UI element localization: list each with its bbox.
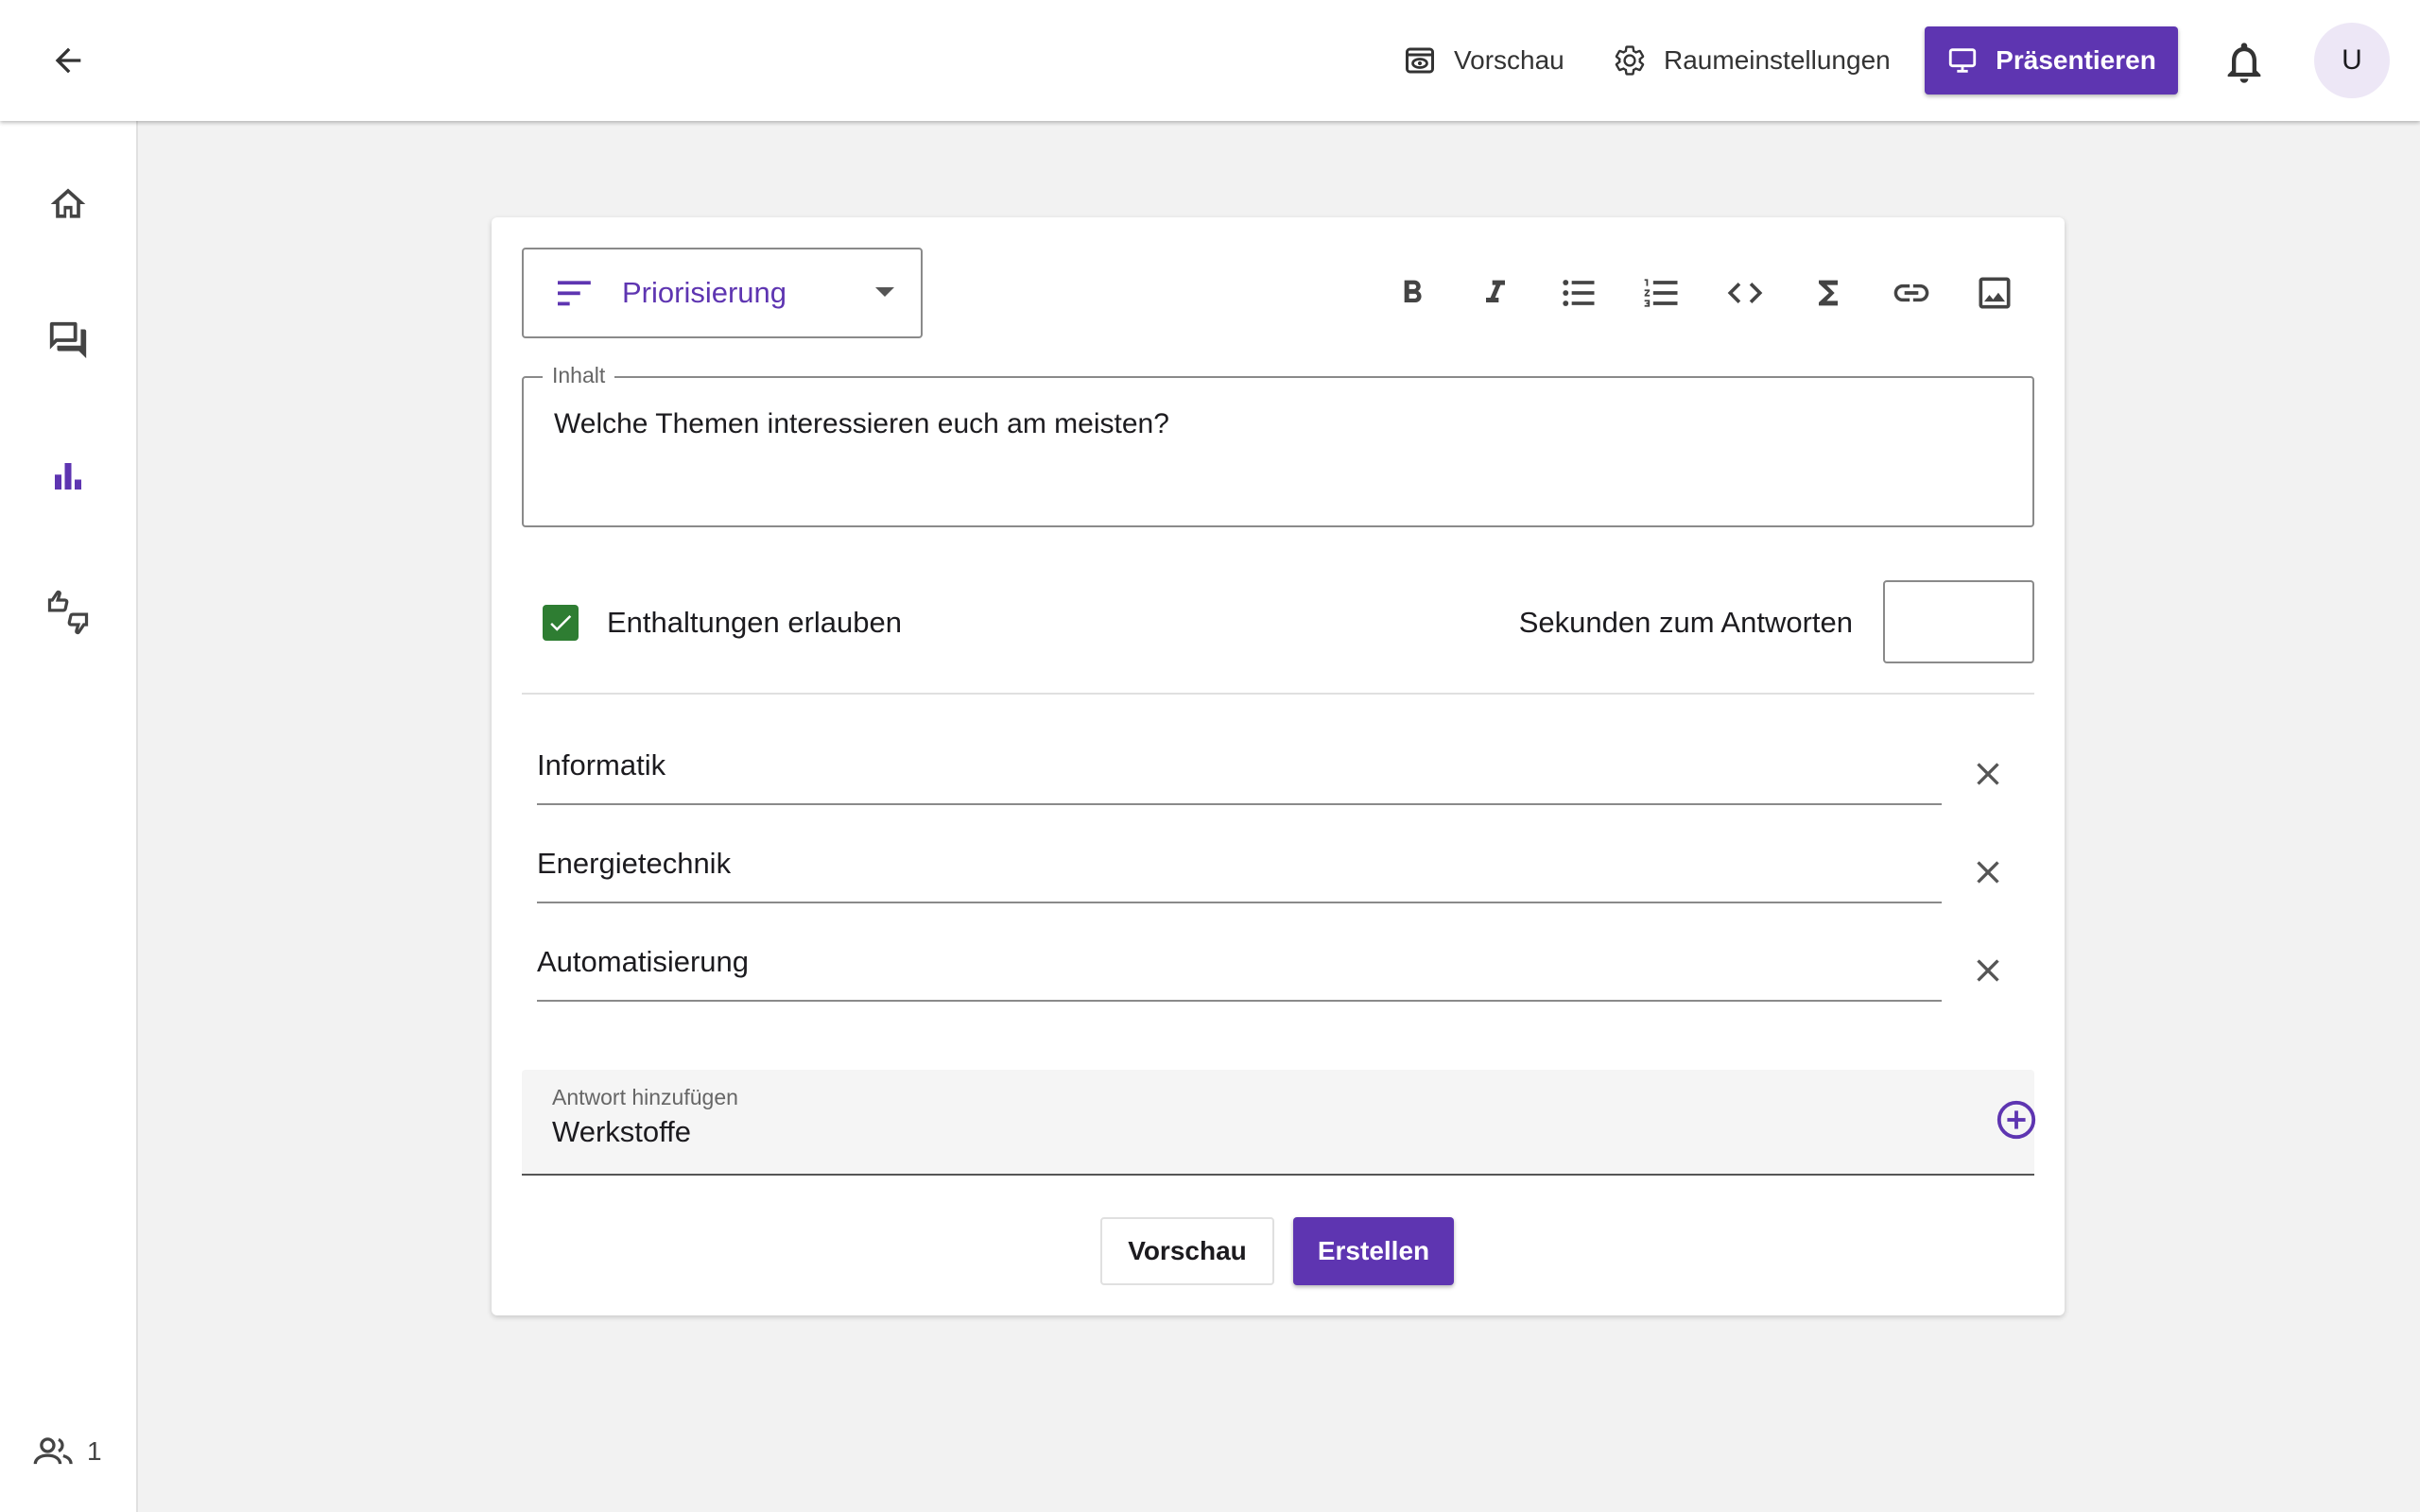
format-bold-button[interactable] (1382, 265, 1443, 321)
preview-button-label: Vorschau (1128, 1236, 1247, 1265)
answer-value: Automatisierung (537, 945, 750, 978)
chevron-down-icon (875, 287, 894, 297)
close-icon (1977, 861, 1999, 884)
seconds-label: Sekunden zum Antworten (1518, 606, 1853, 639)
numbered-list-icon (1644, 279, 1678, 307)
notifications-button[interactable] (2220, 38, 2269, 87)
remove-answer-1-button[interactable] (1964, 750, 2012, 798)
content-field-value: Welche Themen interessieren euch am meis… (554, 408, 1169, 439)
format-code-button[interactable] (1715, 265, 1775, 321)
answer-field-2[interactable]: Energietechnik (537, 841, 1942, 903)
participants-number: 1 (87, 1436, 102, 1466)
abstentions-label: Enthaltungen erlauben (607, 606, 902, 639)
monitor-icon (1946, 44, 1979, 77)
add-answer-button[interactable] (1995, 1098, 2042, 1145)
content-field[interactable]: Inhalt Welche Themen interessieren euch … (522, 363, 2034, 527)
format-numbered-list-button[interactable] (1632, 265, 1692, 321)
preview-link[interactable]: Vorschau (1403, 26, 1564, 94)
close-icon (1977, 959, 1999, 982)
avatar[interactable]: U (2314, 23, 2390, 98)
content-field-label: Inhalt (543, 363, 615, 388)
sidebar: 1 (0, 121, 138, 1512)
format-image-button[interactable] (1964, 265, 2025, 321)
present-label: Präsentieren (1996, 45, 2156, 75)
remove-answer-3-button[interactable] (1964, 947, 2012, 994)
people-icon (32, 1433, 76, 1470)
content-editor-card: Priorisierung Inhalt Welche Themen inter… (492, 217, 2065, 1315)
avatar-initial: U (2342, 44, 2362, 76)
format-link-button[interactable] (1881, 265, 1942, 321)
format-italic-button[interactable] (1465, 265, 1526, 321)
answer-value: Informatik (537, 748, 666, 782)
close-icon (1977, 763, 1999, 785)
italic-icon (1486, 280, 1505, 302)
room-settings-link[interactable]: Raumeinstellungen (1613, 26, 1891, 94)
back-button[interactable] (38, 32, 98, 89)
add-answer-field[interactable]: Antwort hinzufügen Werkstoffe (522, 1070, 2036, 1176)
sidebar-item-feedback[interactable] (38, 582, 98, 643)
remove-answer-2-button[interactable] (1964, 849, 2012, 896)
participants-count: 1 (32, 1433, 102, 1470)
sidebar-item-home[interactable] (38, 174, 98, 234)
room-settings-label: Raumeinstellungen (1664, 45, 1891, 75)
arrow-left-icon (55, 47, 81, 74)
answer-field-3[interactable]: Automatisierung (537, 939, 1942, 1002)
add-answer-value: Werkstoffe (552, 1115, 692, 1148)
bar-chart-icon (55, 463, 81, 490)
seconds-input[interactable] (1883, 580, 2034, 663)
sigma-icon (1819, 280, 1838, 306)
image-icon (1979, 277, 2011, 309)
gear-icon (1613, 43, 1647, 77)
top-bar: Vorschau Raumeinstellungen Präsentieren … (0, 0, 2420, 121)
format-formula-button[interactable] (1798, 265, 1858, 321)
create-button[interactable]: Erstellen (1293, 1217, 1454, 1285)
present-button[interactable]: Präsentieren (1925, 26, 2178, 94)
sort-icon (558, 279, 594, 307)
sidebar-item-comments[interactable] (38, 310, 98, 370)
add-answer-label: Antwort hinzufügen (552, 1085, 738, 1109)
home-icon (50, 188, 86, 218)
answer-value: Energietechnik (537, 847, 732, 880)
bold-icon (1404, 280, 1422, 302)
sidebar-item-content[interactable] (38, 446, 98, 507)
divider (522, 693, 2034, 695)
plus-circle-icon (1996, 1100, 2036, 1140)
format-select-value: Priorisierung (622, 276, 787, 309)
preview-icon (1403, 43, 1437, 77)
thumbs-up-down-icon (47, 590, 89, 635)
preview-button[interactable]: Vorschau (1100, 1217, 1274, 1285)
abstentions-checkbox[interactable] (543, 605, 579, 641)
bell-icon (2227, 43, 2261, 83)
check-icon (550, 615, 572, 631)
create-button-label: Erstellen (1317, 1236, 1430, 1265)
bulleted-list-icon (1563, 280, 1595, 306)
code-icon (1727, 283, 1763, 303)
preview-label: Vorschau (1454, 45, 1564, 75)
format-select[interactable]: Priorisierung (522, 248, 923, 338)
comments-icon (49, 321, 87, 359)
answer-field-1[interactable]: Informatik (537, 743, 1942, 805)
link-icon (1893, 284, 1929, 302)
format-bulleted-list-button[interactable] (1548, 265, 1609, 321)
